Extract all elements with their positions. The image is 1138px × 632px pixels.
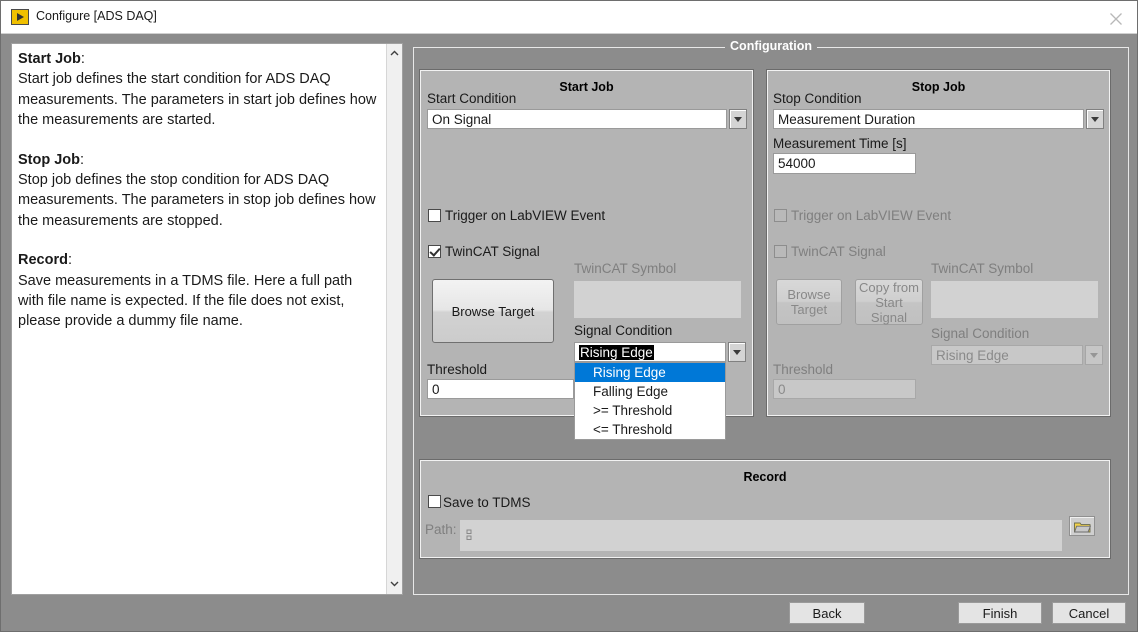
dropdown-option-rising-edge[interactable]: Rising Edge: [575, 363, 725, 382]
stop-browse-target-line2: Target: [790, 302, 828, 317]
help-heading-record: Record: [18, 252, 68, 269]
stop-twincat-signal-checkbox[interactable]: [774, 245, 787, 258]
stop-trigger-labview-label: Trigger on LabVIEW Event: [791, 208, 952, 223]
help-body-start-job: Start job defines the start condition fo…: [18, 71, 377, 129]
dropdown-option-ge-threshold[interactable]: >= Threshold: [575, 401, 725, 420]
start-signal-condition-selected-text: Rising Edge: [579, 345, 654, 360]
help-panel: Start Job: Start job defines the start c…: [11, 43, 403, 595]
stop-browse-target-button[interactable]: Browse Target: [776, 279, 842, 325]
copy-from-start-line2: Start Signal: [870, 294, 908, 325]
start-condition-value[interactable]: On Signal: [427, 109, 727, 129]
group-border-top-right: [817, 47, 1129, 48]
start-browse-target-button[interactable]: Browse Target: [432, 279, 554, 343]
stop-trigger-labview-checkbox[interactable]: [774, 209, 787, 222]
start-trigger-labview-checkbox[interactable]: [428, 209, 441, 222]
start-threshold-value[interactable]: 0: [427, 379, 574, 399]
record-title: Record: [743, 470, 787, 484]
folder-open-icon[interactable]: [1069, 516, 1095, 536]
start-signal-condition-dropdown-button[interactable]: [728, 342, 746, 362]
cancel-button[interactable]: Cancel: [1052, 602, 1126, 624]
help-section-start-job: Start Job: Start job defines the start c…: [18, 51, 377, 129]
dropdown-option-falling-edge[interactable]: Falling Edge: [575, 382, 725, 401]
start-threshold-label: Threshold: [427, 362, 488, 377]
stop-condition-label: Stop Condition: [773, 91, 862, 106]
stop-twincat-symbol-field[interactable]: [931, 281, 1098, 318]
title-bar: Configure [ADS DAQ]: [1, 1, 1137, 34]
copy-from-start-signal-button[interactable]: Copy from Start Signal: [855, 279, 923, 325]
start-signal-condition-label: Signal Condition: [574, 323, 673, 338]
start-condition-dropdown-button[interactable]: [729, 109, 747, 129]
group-border-left: [413, 47, 414, 595]
group-border-bottom: [413, 594, 1129, 595]
stop-threshold-label: Threshold: [773, 362, 834, 377]
stop-twincat-symbol-label: TwinCAT Symbol: [931, 261, 1034, 276]
group-border-top-left: [413, 47, 725, 48]
back-button[interactable]: Back: [789, 602, 865, 624]
path-field[interactable]: [459, 519, 1063, 552]
save-to-tdms-checkbox[interactable]: [428, 495, 441, 508]
save-to-tdms-label: Save to TDMS: [443, 495, 531, 510]
close-icon[interactable]: [1093, 1, 1137, 33]
stop-signal-condition-label: Signal Condition: [931, 326, 1030, 341]
help-scrollbar[interactable]: [386, 44, 402, 594]
start-signal-condition-value[interactable]: Rising Edge: [574, 342, 726, 362]
start-twincat-signal-label: TwinCAT Signal: [445, 244, 540, 259]
stop-threshold-value[interactable]: 0: [773, 379, 916, 399]
copy-from-start-line1: Copy from: [859, 279, 919, 295]
start-twincat-symbol-label: TwinCAT Symbol: [574, 261, 677, 276]
scroll-up-icon[interactable]: [387, 46, 402, 62]
stop-condition-value[interactable]: Measurement Duration: [773, 109, 1084, 129]
stop-condition-dropdown-button[interactable]: [1086, 109, 1104, 129]
path-input[interactable]: [476, 521, 1061, 550]
help-body-stop-job: Stop job defines the stop condition for …: [18, 172, 376, 229]
start-twincat-symbol-field[interactable]: [574, 281, 741, 318]
configure-ads-daq-dialog: Configure [ADS DAQ] Start Job: Start job…: [0, 0, 1138, 632]
measurement-time-label: Measurement Time [s]: [773, 136, 907, 151]
help-heading-start-job: Start Job: [18, 51, 81, 67]
help-heading-stop-job: Stop Job: [18, 151, 81, 168]
help-body-record: Save measurements in a TDMS file. Here a…: [18, 272, 353, 330]
finish-button[interactable]: Finish: [958, 602, 1042, 624]
start-twincat-signal-checkbox[interactable]: [428, 245, 441, 258]
window-title: Configure [ADS DAQ]: [36, 9, 157, 23]
scroll-down-icon[interactable]: [387, 576, 402, 592]
signal-condition-dropdown-list[interactable]: Rising Edge Falling Edge >= Threshold <=…: [574, 362, 726, 440]
stop-signal-condition-value[interactable]: Rising Edge: [931, 345, 1083, 365]
path-label: Path:: [425, 522, 457, 537]
stop-twincat-signal-label: TwinCAT Signal: [791, 244, 886, 259]
stop-browse-target-line1: Browse: [787, 287, 831, 302]
path-glyph-icon: [464, 528, 473, 540]
start-trigger-labview-label: Trigger on LabVIEW Event: [445, 208, 606, 223]
stop-signal-condition-dropdown-button[interactable]: [1085, 345, 1103, 365]
measurement-time-value[interactable]: 54000: [773, 153, 916, 174]
configuration-group-title: Configuration: [725, 39, 817, 53]
group-border-right: [1128, 47, 1129, 595]
help-section-stop-job: Stop Job: Stop job defines the stop cond…: [18, 151, 376, 229]
help-section-record: Record: Save measurements in a TDMS file…: [18, 252, 353, 330]
labview-run-icon: [11, 9, 29, 25]
help-text: Start Job: Start job defines the start c…: [18, 49, 378, 351]
dropdown-option-le-threshold[interactable]: <= Threshold: [575, 420, 725, 439]
start-condition-label: Start Condition: [427, 91, 517, 106]
